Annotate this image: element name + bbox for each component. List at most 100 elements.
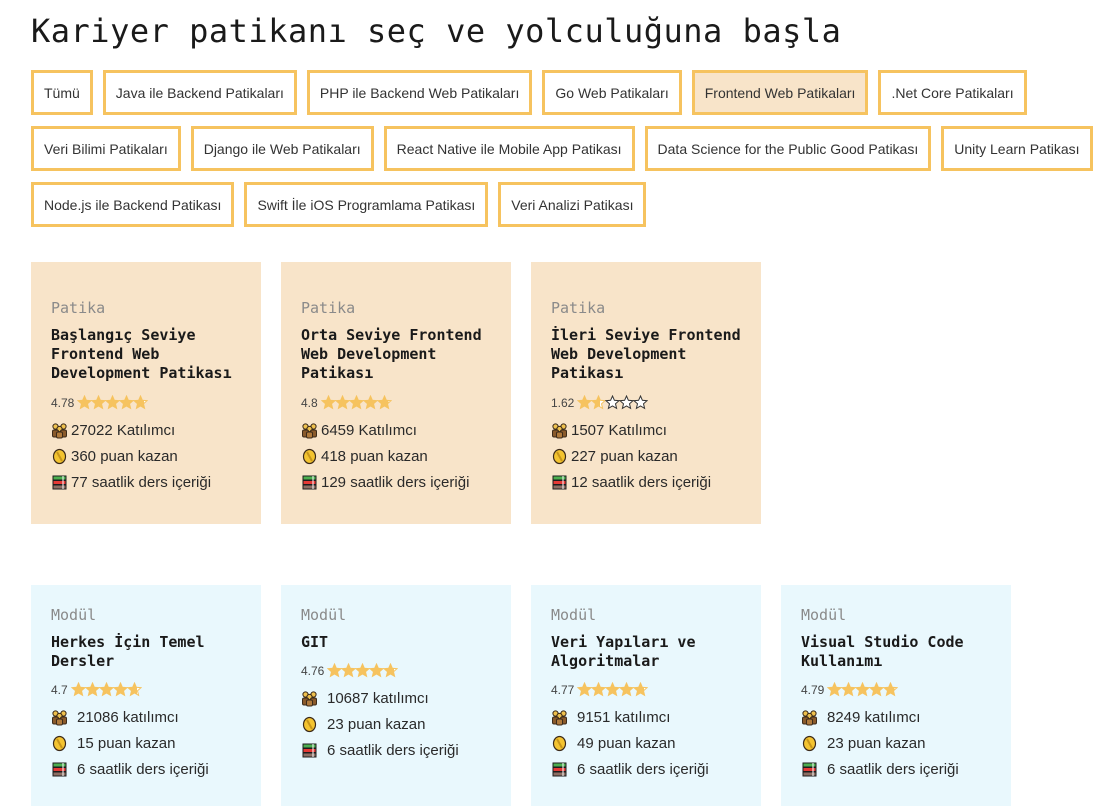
star-rating	[320, 395, 392, 410]
hours-text: 6 saatlik ders içeriği	[577, 761, 709, 778]
card-kind-label: Patika	[551, 299, 606, 317]
hours-text: 129 saatlik ders içeriği	[321, 474, 470, 491]
filter-chip-go-web[interactable]: Go Web Patikaları	[542, 70, 682, 115]
card-title: Visual Studio Code Kullanımı	[801, 633, 964, 670]
star-icon	[70, 682, 86, 697]
rating-value: 4.76	[301, 663, 325, 678]
points-text: 49 puan kazan	[577, 735, 676, 752]
path-card[interactable]: Patika Orta Seviye Frontend Web Developm…	[281, 262, 511, 524]
coin-icon	[301, 448, 318, 465]
star-icon	[869, 682, 885, 697]
coin-icon	[801, 735, 818, 752]
participants-stat: 8249 katılımcı	[801, 708, 991, 727]
star-icon	[619, 395, 635, 410]
star-icon	[369, 663, 385, 678]
filter-chip-swift-ios[interactable]: Swift İle iOS Programlama Patikası	[244, 182, 489, 227]
star-rating	[77, 395, 149, 410]
points-text: 418 puan kazan	[321, 448, 428, 465]
star-icon	[827, 682, 843, 697]
books-icon	[51, 761, 68, 778]
points-text: 360 puan kazan	[71, 448, 178, 465]
points-stat: 227 puan kazan	[551, 447, 741, 466]
page-title: Kariyer patikanı seç ve yolculuğuna başl…	[31, 12, 842, 50]
card-title: GIT	[301, 633, 329, 651]
books-icon	[551, 474, 568, 491]
card-rating: 4.79	[801, 682, 991, 697]
participants-text: 27022 Katılımcı	[71, 422, 176, 439]
people-icon	[51, 422, 68, 439]
star-icon	[320, 395, 336, 410]
filter-chip-frontend-web[interactable]: Frontend Web Patikaları	[691, 70, 869, 115]
filter-row: Veri Bilimi Patikaları Django ile Web Pa…	[31, 126, 1111, 171]
books-icon	[301, 742, 318, 759]
books-icon	[301, 474, 318, 491]
star-icon	[633, 682, 649, 697]
card-kind-label: Patika	[301, 299, 356, 317]
hours-stat: 6 saatlik ders içeriği	[551, 760, 741, 779]
card-rating: 4.7	[51, 682, 241, 697]
points-text: 23 puan kazan	[827, 735, 926, 752]
star-icon	[591, 682, 607, 697]
participants-text: 6459 Katılımcı	[321, 422, 417, 439]
people-icon	[51, 709, 68, 726]
points-stat: 23 puan kazan	[801, 734, 991, 753]
module-card[interactable]: Modül Herkes İçin Temel Dersler 4.7 2108…	[31, 585, 261, 806]
people-icon	[551, 422, 568, 439]
card-title: İleri Seviye Frontend Web Development Pa…	[551, 326, 741, 382]
filter-chip-unity-learn[interactable]: Unity Learn Patikası	[941, 126, 1093, 171]
card-rating: 4.77	[551, 682, 741, 697]
filter-chip-data-analysis[interactable]: Veri Analizi Patikası	[498, 182, 647, 227]
points-text: 15 puan kazan	[77, 735, 176, 752]
participants-text: 9151 katılımcı	[577, 709, 671, 726]
coin-icon	[301, 716, 318, 733]
people-icon	[301, 422, 318, 439]
hours-stat: 6 saatlik ders içeriği	[801, 760, 991, 779]
star-icon	[334, 395, 350, 410]
coin-icon	[551, 735, 568, 752]
participants-text: 10687 katılımcı	[327, 690, 429, 707]
points-stat: 23 puan kazan	[301, 715, 491, 734]
card-title: Başlangıç Seviye Frontend Web Developmen…	[51, 326, 232, 382]
filter-chip-all[interactable]: Tümü	[31, 70, 93, 115]
filter-chip-nodejs-backend[interactable]: Node.js ile Backend Patikası	[31, 182, 235, 227]
filter-chip-net-core[interactable]: .Net Core Patikaları	[878, 70, 1027, 115]
star-icon	[77, 395, 93, 410]
star-rating	[577, 682, 649, 697]
rating-value: 4.79	[801, 682, 825, 697]
star-icon	[84, 682, 100, 697]
filter-chip-php-backend[interactable]: PHP ile Backend Web Patikaları	[306, 70, 533, 115]
module-card[interactable]: Modül GIT 4.76 10687 katılımcı 23 puan k…	[281, 585, 511, 806]
module-card[interactable]: Modül Visual Studio Code Kullanımı 4.79 …	[781, 585, 1011, 806]
card-rating: 1.62	[551, 395, 741, 410]
module-card[interactable]: Modül Veri Yapıları ve Algoritmalar 4.77…	[531, 585, 761, 806]
star-icon	[855, 682, 871, 697]
star-icon	[348, 395, 364, 410]
filter-chip-public-good[interactable]: Data Science for the Public Good Patikas…	[644, 126, 932, 171]
path-card[interactable]: Patika İleri Seviye Frontend Web Develop…	[531, 262, 761, 524]
hours-text: 12 saatlik ders içeriği	[571, 474, 712, 491]
card-rating: 4.76	[301, 663, 491, 678]
participants-text: 8249 katılımcı	[827, 709, 921, 726]
hours-text: 6 saatlik ders içeriği	[827, 761, 959, 778]
star-icon	[591, 395, 607, 410]
filter-chip-java-backend[interactable]: Java ile Backend Patikaları	[102, 70, 297, 115]
filter-chip-django-web[interactable]: Django ile Web Patikaları	[190, 126, 374, 171]
coin-icon	[551, 448, 568, 465]
hours-stat: 77 saatlik ders içeriği	[51, 473, 241, 492]
hours-stat: 129 saatlik ders içeriği	[301, 473, 491, 492]
path-card[interactable]: Patika Başlangıç Seviye Frontend Web Dev…	[31, 262, 261, 524]
participants-text: 1507 Katılımcı	[571, 422, 667, 439]
star-icon	[619, 682, 635, 697]
card-stats: 10687 katılımcı 23 puan kazan 6 saatlik …	[301, 689, 491, 760]
people-icon	[801, 709, 818, 726]
filter-chip-data-science[interactable]: Veri Bilimi Patikaları	[31, 126, 181, 171]
filter-chip-react-native[interactable]: React Native ile Mobile App Patikası	[383, 126, 635, 171]
rating-value: 4.78	[51, 395, 75, 410]
books-icon	[551, 761, 568, 778]
hours-text: 6 saatlik ders içeriği	[77, 761, 209, 778]
hours-text: 6 saatlik ders içeriği	[327, 742, 459, 759]
star-icon	[376, 395, 392, 410]
people-icon	[551, 709, 568, 726]
star-icon	[633, 395, 649, 410]
hours-text: 77 saatlik ders içeriği	[71, 474, 212, 491]
